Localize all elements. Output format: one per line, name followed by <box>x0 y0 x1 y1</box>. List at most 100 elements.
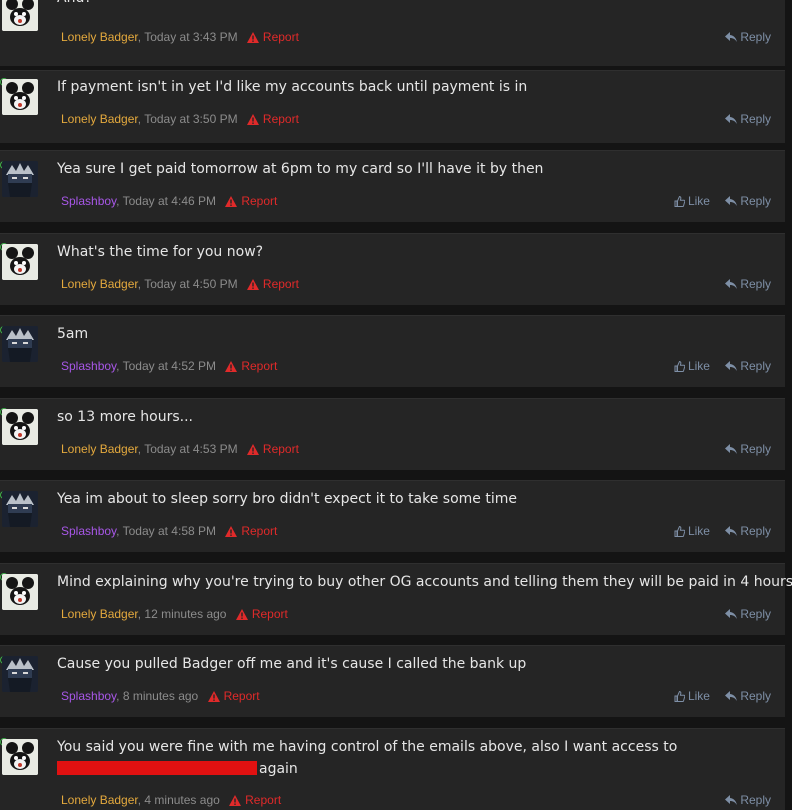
avatar[interactable] <box>2 326 38 362</box>
reply-button[interactable]: Reply <box>725 524 771 538</box>
reply-icon <box>725 114 738 124</box>
post: Yea sure I get paid tomorrow at 6pm to m… <box>0 150 785 222</box>
post-meta: Lonely Badger, Today at 3:50 PM Report <box>61 112 299 126</box>
author-link[interactable]: Splashboy <box>61 359 116 373</box>
message-text: Yea im about to sleep sorry bro didn't e… <box>57 491 517 507</box>
reply-label: Reply <box>740 277 771 291</box>
like-label: Like <box>687 359 710 373</box>
report-link[interactable]: Report <box>246 277 299 291</box>
post-time[interactable]: 8 minutes ago <box>123 689 198 703</box>
message-text: Cause you pulled Badger off me and it's … <box>57 656 527 672</box>
post-meta: Splashboy, Today at 4:46 PM Report <box>61 194 277 208</box>
message-text: so 13 more hours... <box>57 409 194 425</box>
report-label: Report <box>241 359 278 373</box>
avatar[interactable] <box>2 491 38 527</box>
like-button[interactable]: Like <box>674 194 710 208</box>
report-link[interactable]: Report <box>225 194 277 208</box>
avatar[interactable] <box>2 409 38 445</box>
author-link[interactable]: Lonely Badger <box>61 442 138 456</box>
avatar[interactable] <box>2 574 38 610</box>
thumbs-up-icon <box>674 360 686 372</box>
avatar[interactable] <box>2 739 38 775</box>
author-link[interactable]: Lonely Badger <box>61 607 138 621</box>
post-meta: Lonely Badger, Today at 4:53 PM Report <box>61 442 299 456</box>
reply-icon <box>725 361 738 371</box>
thumbs-up-icon <box>674 195 686 207</box>
warning-icon <box>229 795 242 806</box>
reply-button[interactable]: Reply <box>725 442 771 456</box>
report-link[interactable]: Report <box>235 607 288 621</box>
author-link[interactable]: Splashboy <box>61 689 116 703</box>
reply-button[interactable]: Reply <box>725 30 771 44</box>
message-line: again <box>57 758 765 780</box>
reply-icon <box>725 32 738 42</box>
message-text: Yea sure I get paid tomorrow at 6pm to m… <box>57 161 544 177</box>
reply-button[interactable]: Reply <box>725 277 771 291</box>
author-link[interactable]: Splashboy <box>61 524 116 538</box>
like-label: Like <box>687 194 710 208</box>
post-meta: Lonely Badger, 4 minutes ago Report <box>61 793 281 807</box>
author-link[interactable]: Lonely Badger <box>61 30 138 44</box>
warning-icon <box>225 196 238 207</box>
post-actions: Reply <box>713 442 771 456</box>
post-time[interactable]: Today at 4:50 PM <box>144 277 237 291</box>
message-text: If payment isn't in yet I'd like my acco… <box>57 79 528 95</box>
report-label: Report <box>262 30 299 44</box>
reply-icon <box>725 196 738 206</box>
reply-button[interactable]: Reply <box>725 689 771 703</box>
author-link[interactable]: Lonely Badger <box>61 793 138 807</box>
reply-button[interactable]: Reply <box>725 359 771 373</box>
avatar[interactable] <box>2 161 38 197</box>
report-label: Report <box>223 689 260 703</box>
post-time[interactable]: Today at 3:50 PM <box>144 112 237 126</box>
reply-label: Reply <box>740 30 771 44</box>
post-time[interactable]: Today at 4:52 PM <box>123 359 216 373</box>
reply-button[interactable]: Reply <box>725 607 771 621</box>
post-time[interactable]: Today at 3:43 PM <box>144 30 237 44</box>
reply-label: Reply <box>740 112 771 126</box>
avatar[interactable] <box>2 656 38 692</box>
warning-icon <box>246 32 259 43</box>
post: 5am Splashboy, Today at 4:52 PM Report L… <box>0 315 785 387</box>
like-button[interactable]: Like <box>674 359 710 373</box>
report-link[interactable]: Report <box>246 442 299 456</box>
post-time[interactable]: Today at 4:53 PM <box>144 442 237 456</box>
avatar[interactable] <box>2 79 38 115</box>
avatar[interactable] <box>2 244 38 280</box>
post-time[interactable]: Today at 4:58 PM <box>123 524 216 538</box>
author-link[interactable]: Lonely Badger <box>61 112 138 126</box>
post: Mind explaining why you're trying to buy… <box>0 563 792 635</box>
report-link[interactable]: Report <box>225 359 277 373</box>
report-label: Report <box>262 112 299 126</box>
post-time[interactable]: Today at 4:46 PM <box>123 194 216 208</box>
redacted-block <box>57 761 257 775</box>
post: If payment isn't in yet I'd like my acco… <box>0 70 785 143</box>
reply-icon <box>725 444 738 454</box>
reply-button[interactable]: Reply <box>725 112 771 126</box>
post-meta: Splashboy, Today at 4:58 PM Report <box>61 524 277 538</box>
post-actions: Reply <box>713 607 771 621</box>
reply-button[interactable]: Reply <box>725 194 771 208</box>
reply-icon <box>725 691 738 701</box>
warning-icon <box>235 609 248 620</box>
warning-icon <box>207 691 220 702</box>
reply-icon <box>725 279 738 289</box>
reply-label: Reply <box>740 359 771 373</box>
like-button[interactable]: Like <box>674 689 710 703</box>
avatar[interactable] <box>2 0 38 31</box>
report-link[interactable]: Report <box>229 793 281 807</box>
report-label: Report <box>241 524 278 538</box>
reply-icon <box>725 526 738 536</box>
author-link[interactable]: Lonely Badger <box>61 277 138 291</box>
report-link[interactable]: Report <box>246 112 299 126</box>
author-link[interactable]: Splashboy <box>61 194 116 208</box>
post-time[interactable]: 4 minutes ago <box>144 793 219 807</box>
reply-button[interactable]: Reply <box>725 793 771 807</box>
post-time[interactable]: 12 minutes ago <box>144 607 226 621</box>
report-link[interactable]: Report <box>225 524 277 538</box>
like-button[interactable]: Like <box>674 524 710 538</box>
message-text: 5am <box>57 326 89 342</box>
message-feed: And? Lonely Badger, Today at 3:43 PM Rep… <box>0 0 792 810</box>
report-link[interactable]: Report <box>246 30 299 44</box>
report-link[interactable]: Report <box>207 689 260 703</box>
